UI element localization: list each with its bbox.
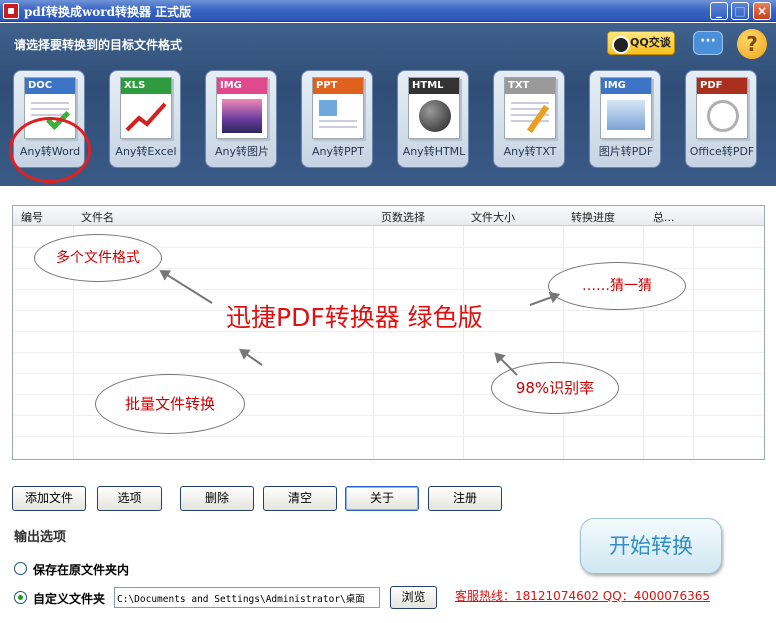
landscape-icon: [607, 100, 645, 130]
format-image-to-pdf[interactable]: IMG 图片转PDF: [589, 70, 661, 168]
format-any-to-txt[interactable]: TXT Any转TXT: [493, 70, 565, 168]
format-label: Any转PPT: [312, 145, 364, 158]
browse-button[interactable]: 浏览: [390, 586, 437, 609]
promo-text: 迅捷PDF转换器 绿色版: [226, 303, 483, 332]
slide-image-icon: [319, 100, 337, 116]
office-pdf-doc-icon: PDF: [696, 77, 748, 139]
chart-arrow-icon: [125, 102, 167, 132]
column-header[interactable]: 转换进度: [571, 209, 615, 225]
format-label: 图片转PDF: [598, 145, 654, 158]
format-any-to-ppt[interactable]: PPT Any转PPT: [301, 70, 373, 168]
output-path-field[interactable]: C:\Documents and Settings\Administrator\…: [114, 587, 380, 608]
app-icon: [3, 3, 19, 19]
ppt-doc-icon: PPT: [312, 77, 364, 139]
about-button[interactable]: 关于: [345, 486, 419, 511]
format-any-to-html[interactable]: HTML Any转HTML: [397, 70, 469, 168]
format-tag: PDF: [697, 78, 747, 94]
format-tag: XLS: [121, 78, 171, 94]
column-header[interactable]: 总...: [653, 209, 675, 225]
format-prompt: 请选择要转换到的目标文件格式: [14, 38, 183, 52]
format-any-to-image[interactable]: IMG Any转图片: [205, 70, 277, 168]
excel-doc-icon: XLS: [120, 77, 172, 139]
html-doc-icon: HTML: [408, 77, 460, 139]
maximize-button[interactable]: □: [731, 2, 749, 20]
register-button[interactable]: 注册: [428, 486, 502, 511]
photo-icon: [222, 99, 262, 133]
output-options-label: 输出选项: [14, 530, 67, 545]
window-title: pdf转换成word转换器 正式版: [24, 5, 192, 19]
globe-icon: [419, 100, 451, 132]
format-tag: IMG: [601, 78, 651, 94]
custom-folder-label[interactable]: 自定义文件夹: [33, 590, 105, 607]
list-header: 编号 文件名 页数选择 文件大小 转换进度 总...: [13, 206, 764, 226]
image-pdf-doc-icon: IMG: [600, 77, 652, 139]
column-header[interactable]: 文件大小: [471, 209, 515, 225]
options-button[interactable]: 选项: [97, 486, 162, 511]
format-any-to-excel[interactable]: XLS Any转Excel: [109, 70, 181, 168]
annotation-batch: 批量文件转换: [95, 374, 245, 434]
format-tag: DOC: [25, 78, 75, 94]
annotation-guess: ……猜一猜: [548, 262, 686, 310]
annotation-formats: 多个文件格式: [34, 234, 162, 282]
format-label: Office转PDF: [689, 145, 755, 158]
qq-chat-button[interactable]: QQ交谈: [607, 31, 675, 55]
format-office-to-pdf[interactable]: PDF Office转PDF: [685, 70, 757, 168]
highlight-circle: [9, 117, 91, 183]
radio-custom-folder[interactable]: [14, 591, 27, 604]
column-header[interactable]: 页数选择: [381, 209, 425, 225]
format-tag: IMG: [217, 78, 267, 94]
radio-original-folder[interactable]: [14, 562, 27, 575]
format-label: Any转TXT: [503, 145, 557, 158]
format-label: Any转HTML: [402, 145, 466, 158]
add-file-button[interactable]: 添加文件: [12, 486, 86, 511]
column-header[interactable]: 文件名: [81, 209, 114, 225]
start-convert-button[interactable]: 开始转换: [580, 518, 722, 574]
clear-button[interactable]: 清空: [263, 486, 337, 511]
format-tag: TXT: [505, 78, 555, 94]
image-doc-icon: IMG: [216, 77, 268, 139]
delete-button[interactable]: 删除: [180, 486, 254, 511]
original-folder-label[interactable]: 保存在原文件夹内: [33, 561, 129, 578]
close-button[interactable]: ×: [753, 2, 771, 20]
chat-icon[interactable]: ···: [693, 31, 723, 55]
format-tag: PPT: [313, 78, 363, 94]
acrobat-icon: [707, 100, 739, 132]
format-label: Any转图片: [214, 145, 269, 158]
format-tag: HTML: [409, 78, 459, 94]
txt-doc-icon: TXT: [504, 77, 556, 139]
format-label: Any转Excel: [115, 145, 177, 158]
help-icon[interactable]: ?: [737, 29, 767, 59]
minimize-button[interactable]: _: [710, 2, 728, 20]
hotline-link[interactable]: 客服热线：18121074602 QQ：4000076365: [455, 587, 710, 604]
column-header[interactable]: 编号: [21, 209, 43, 225]
